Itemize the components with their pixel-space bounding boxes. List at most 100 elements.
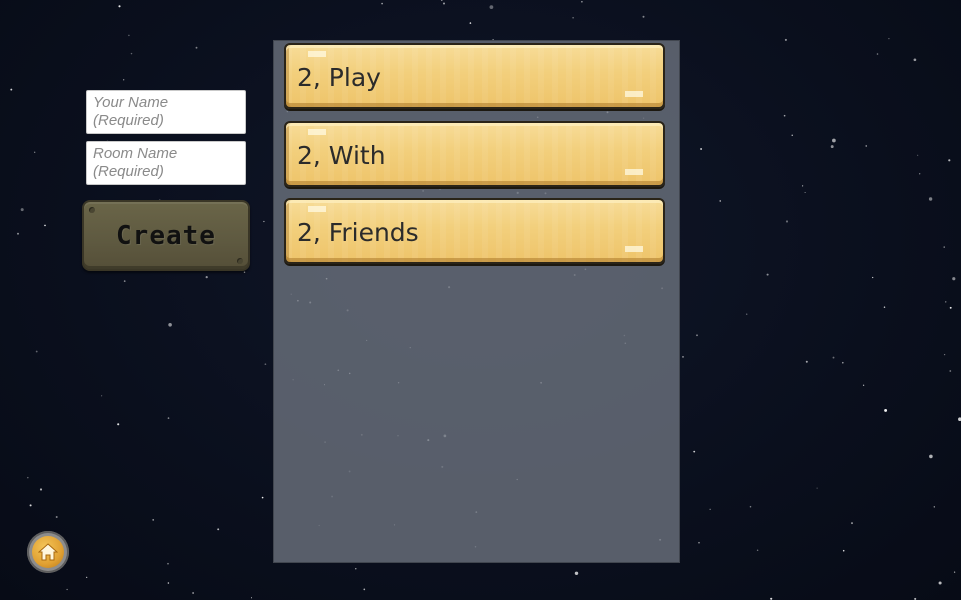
room-list-item[interactable]: 2, Play bbox=[284, 43, 665, 109]
star bbox=[933, 506, 935, 508]
home-icon bbox=[38, 543, 58, 561]
star bbox=[698, 541, 700, 544]
star bbox=[167, 582, 170, 584]
create-button-label: Create bbox=[116, 220, 216, 251]
star bbox=[696, 334, 698, 337]
star bbox=[205, 276, 208, 279]
star bbox=[766, 273, 769, 276]
star bbox=[381, 2, 383, 5]
home-button-face bbox=[32, 536, 64, 568]
star bbox=[832, 356, 835, 359]
star bbox=[943, 353, 946, 356]
star bbox=[130, 52, 133, 55]
star bbox=[167, 417, 170, 419]
star bbox=[574, 571, 579, 576]
star bbox=[118, 5, 121, 8]
star bbox=[441, 0, 443, 2]
home-button[interactable] bbox=[27, 531, 69, 573]
room-list-item[interactable]: 2, Friends bbox=[284, 198, 665, 264]
star bbox=[952, 277, 956, 281]
star bbox=[572, 17, 574, 19]
star bbox=[919, 173, 921, 175]
wood-highlight bbox=[625, 91, 643, 97]
star bbox=[938, 581, 942, 585]
wood-highlight bbox=[308, 206, 326, 212]
star bbox=[35, 350, 38, 353]
star bbox=[263, 220, 265, 223]
star bbox=[44, 224, 46, 227]
star bbox=[642, 15, 645, 18]
room-name-label: 2, With bbox=[297, 141, 386, 170]
star bbox=[943, 246, 945, 248]
star bbox=[865, 145, 867, 147]
star bbox=[888, 37, 890, 40]
star bbox=[842, 361, 844, 364]
star bbox=[117, 423, 120, 426]
star bbox=[802, 185, 804, 187]
star bbox=[876, 53, 879, 55]
room-name-label: 2, Play bbox=[297, 63, 381, 92]
star bbox=[804, 191, 806, 194]
star bbox=[928, 197, 933, 201]
star bbox=[469, 22, 472, 24]
rivet-decoration bbox=[89, 207, 95, 213]
star bbox=[442, 2, 446, 5]
wood-highlight bbox=[625, 246, 643, 252]
star bbox=[949, 306, 952, 309]
room-name-input[interactable] bbox=[93, 145, 239, 181]
create-room-button[interactable]: Create bbox=[82, 200, 250, 271]
wood-highlight bbox=[308, 129, 326, 135]
star bbox=[192, 592, 194, 594]
star bbox=[20, 208, 24, 212]
wood-highlight bbox=[625, 169, 643, 175]
wood-highlight bbox=[308, 51, 326, 57]
room-name-field[interactable] bbox=[86, 141, 246, 185]
star bbox=[168, 323, 172, 327]
player-name-field[interactable] bbox=[86, 90, 246, 134]
star bbox=[791, 134, 793, 136]
star bbox=[489, 5, 494, 9]
star bbox=[682, 356, 684, 358]
star bbox=[264, 363, 267, 366]
star bbox=[832, 138, 836, 143]
lobby-screen: Create 2, Play 2, With 2, Friends bbox=[0, 0, 961, 600]
star bbox=[363, 588, 366, 591]
star bbox=[693, 450, 696, 453]
room-list-panel[interactable]: 2, Play 2, With 2, Friends bbox=[273, 40, 680, 563]
star bbox=[851, 522, 853, 525]
star bbox=[243, 271, 246, 273]
star bbox=[883, 306, 886, 308]
rivet-decoration bbox=[237, 258, 243, 264]
star bbox=[948, 159, 951, 162]
star bbox=[29, 504, 32, 507]
star bbox=[27, 476, 29, 479]
star bbox=[700, 148, 703, 150]
star bbox=[55, 516, 58, 518]
star bbox=[167, 562, 169, 565]
star bbox=[39, 488, 43, 491]
star bbox=[745, 313, 748, 315]
player-name-input[interactable] bbox=[93, 94, 239, 130]
star bbox=[123, 79, 125, 81]
star bbox=[756, 549, 759, 551]
star bbox=[355, 568, 357, 570]
star bbox=[719, 200, 721, 202]
star bbox=[123, 280, 126, 282]
room-list-item[interactable]: 2, With bbox=[284, 121, 665, 187]
star bbox=[913, 58, 917, 62]
star bbox=[581, 1, 583, 3]
star bbox=[953, 571, 956, 573]
room-name-label: 2, Friends bbox=[297, 218, 419, 247]
star bbox=[217, 528, 220, 531]
star bbox=[250, 597, 253, 599]
star bbox=[917, 154, 919, 156]
star bbox=[842, 549, 845, 552]
star bbox=[128, 34, 130, 37]
star bbox=[929, 454, 933, 459]
star bbox=[66, 588, 68, 591]
star bbox=[872, 276, 874, 279]
star bbox=[784, 38, 787, 41]
star bbox=[86, 576, 88, 578]
star bbox=[195, 46, 198, 49]
star bbox=[949, 370, 952, 372]
